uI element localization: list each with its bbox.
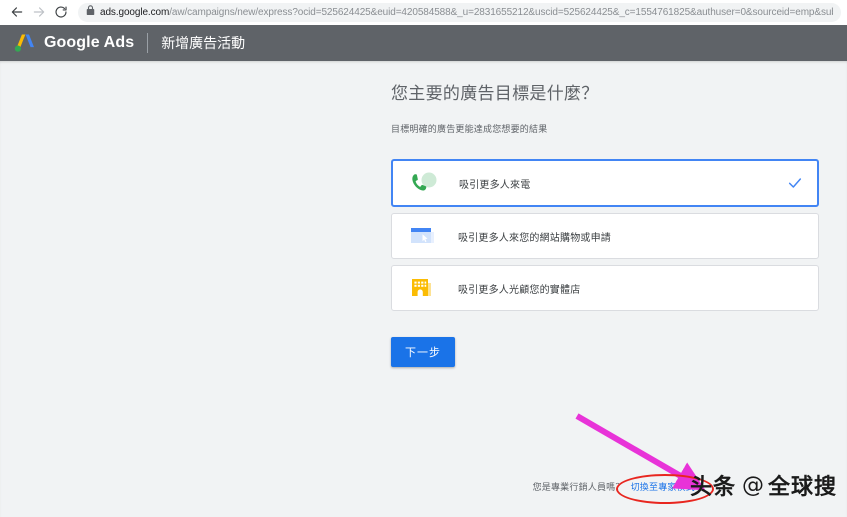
goal-options-list: 吸引更多人來電 吸引更多人來您的網站購物或申請 吸引更多人光顧您的實體店	[391, 159, 819, 311]
watermark-at: @	[741, 472, 765, 498]
url-host: ads.google.com	[100, 6, 170, 18]
page-body: 您主要的廣告目標是什麼？ 目標明確的廣告更能達成您想要的結果 吸引更多人來電 吸…	[0, 61, 847, 517]
url-text: ads.google.com/aw/campaigns/new/express?…	[100, 3, 833, 22]
app-header: Google Ads 新增廣告活動	[0, 25, 847, 61]
expert-mode-question: 您是專業行銷人員嗎？	[532, 482, 625, 492]
expert-mode-row: 您是專業行銷人員嗎？ 切換至專家模式	[533, 480, 695, 493]
content-column: 您主要的廣告目標是什麼？ 目標明確的廣告更能達成您想要的結果 吸引更多人來電 吸…	[391, 79, 819, 367]
page-subtitle: 目標明確的廣告更能達成您想要的結果	[391, 124, 548, 134]
store-building-icon	[408, 274, 442, 302]
address-bar[interactable]: ads.google.com/aw/campaigns/new/express?…	[78, 2, 841, 22]
reload-button[interactable]	[50, 1, 72, 23]
reload-icon	[54, 5, 68, 19]
watermark-account: 全球搜	[767, 475, 837, 500]
website-window-cursor-icon	[408, 222, 442, 250]
google-ads-logo-icon	[14, 33, 36, 53]
page-context-label: 新增廣告活動	[161, 35, 246, 51]
forward-button[interactable]	[28, 1, 50, 23]
watermark-brand: 头条	[689, 475, 736, 500]
goal-option-label: 吸引更多人來電	[459, 179, 531, 191]
back-button[interactable]	[6, 1, 28, 23]
lock-icon	[86, 3, 95, 21]
arrow-right-icon	[32, 5, 46, 19]
url-path: /aw/campaigns/new/express?ocid=525624425…	[169, 6, 833, 18]
screenshot-root: ads.google.com/aw/campaigns/new/express?…	[0, 0, 847, 517]
goal-option-label: 吸引更多人來您的網站購物或申請	[458, 232, 611, 244]
switch-to-expert-mode-link[interactable]: 切換至專家模式	[631, 480, 695, 493]
goal-option-website[interactable]: 吸引更多人來您的網站購物或申請	[391, 213, 819, 259]
phone-call-icon	[409, 169, 443, 197]
page-title: 您主要的廣告目標是什麼？	[391, 84, 599, 103]
arrow-left-icon	[10, 5, 24, 19]
next-step-button[interactable]: 下一步	[391, 337, 455, 367]
goal-option-store[interactable]: 吸引更多人光顧您的實體店	[391, 265, 819, 311]
check-icon	[787, 175, 803, 191]
goal-option-label: 吸引更多人光顧您的實體店	[458, 284, 581, 296]
header-divider	[147, 33, 149, 53]
goal-option-calls[interactable]: 吸引更多人來電	[391, 159, 819, 207]
browser-toolbar: ads.google.com/aw/campaigns/new/express?…	[0, 0, 847, 25]
brand-name: Google Ads	[44, 34, 135, 51]
watermark: 头条 @ 全球搜	[690, 469, 837, 501]
